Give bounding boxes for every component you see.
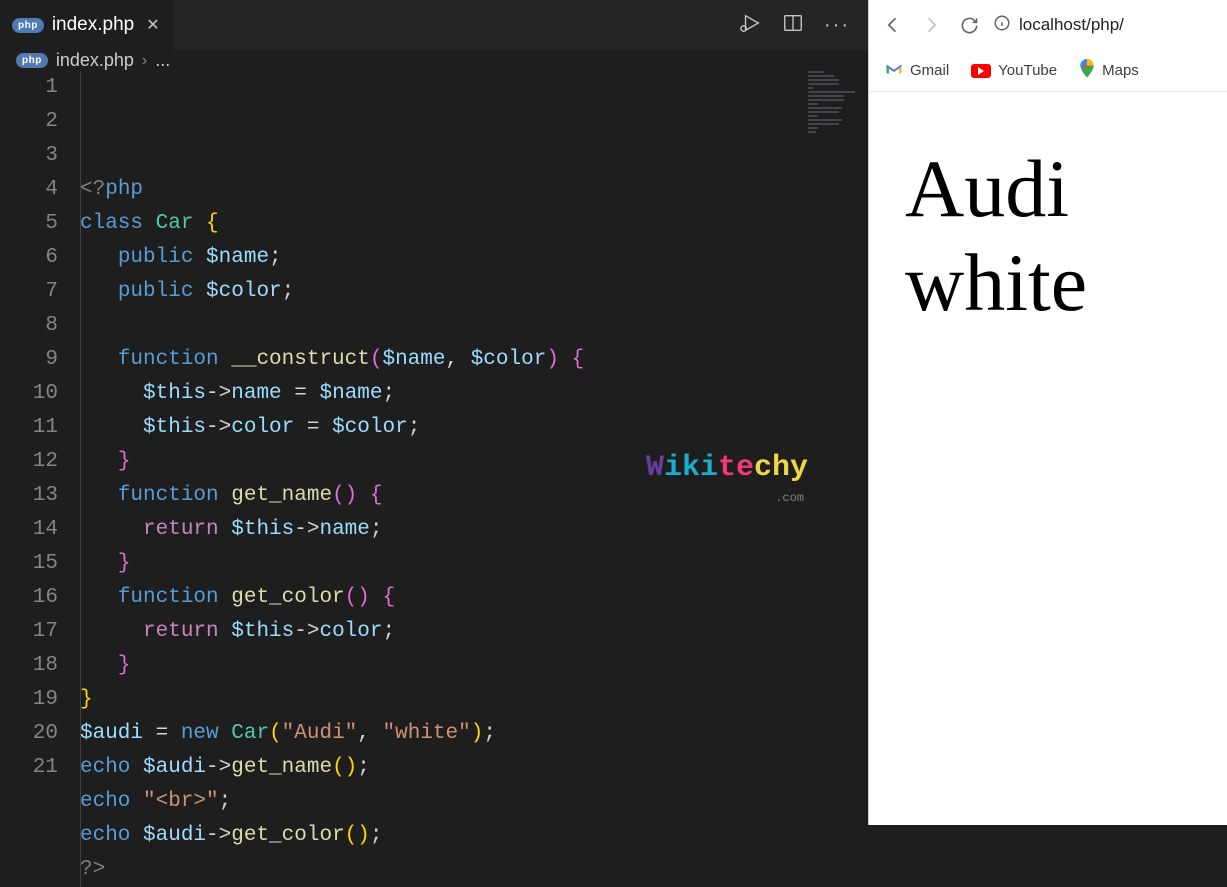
php-icon: php [12,18,44,33]
breadcrumb[interactable]: php index.php › ... [0,50,868,71]
breadcrumb-rest: ... [155,50,170,71]
youtube-icon [971,64,991,78]
close-icon[interactable]: ✕ [146,15,159,35]
bookmark-maps[interactable]: Maps [1079,59,1139,83]
more-actions-icon[interactable]: ··· [824,14,850,37]
run-debug-icon[interactable] [740,12,762,39]
tab-bar: php index.php ✕ ··· [0,0,868,50]
tab-active[interactable]: php index.php ✕ [0,0,174,50]
split-editor-icon[interactable] [782,12,804,39]
line-number-gutter: 123456789101112131415161718192021 [0,71,80,887]
tab-filename: index.php [52,14,134,36]
browser-pane: localhost/php/ Gmail YouTube Maps Audi w… [868,0,1227,825]
url-field[interactable]: localhost/php/ [993,14,1217,37]
php-icon: php [16,53,48,68]
page-output: Audi white [869,92,1227,825]
url-text: localhost/php/ [1019,15,1124,35]
output-line-2: white [905,236,1223,330]
bookmark-label: Gmail [910,62,949,79]
reload-button[interactable] [955,11,983,39]
bookmark-gmail[interactable]: Gmail [885,62,949,80]
forward-button[interactable] [917,11,945,39]
maps-icon [1079,59,1095,83]
info-icon[interactable] [993,14,1011,37]
chevron-right-icon: › [142,52,147,70]
back-button[interactable] [879,11,907,39]
code-area[interactable]: 123456789101112131415161718192021 <?phpc… [0,71,868,887]
tab-actions: ··· [740,12,868,39]
address-bar: localhost/php/ [869,0,1227,50]
bookmark-youtube[interactable]: YouTube [971,62,1057,79]
bookmark-label: Maps [1102,62,1139,79]
bookmark-label: YouTube [998,62,1057,79]
breadcrumb-filename: index.php [56,50,134,71]
editor-pane: php index.php ✕ ··· php index.php › ... … [0,0,868,825]
minimap[interactable] [808,71,860,141]
output-line-1: Audi [905,142,1223,236]
gmail-icon [885,62,903,80]
bookmarks-bar: Gmail YouTube Maps [869,50,1227,92]
code-content[interactable]: <?phpclass Car { public $name; public $c… [80,71,868,887]
